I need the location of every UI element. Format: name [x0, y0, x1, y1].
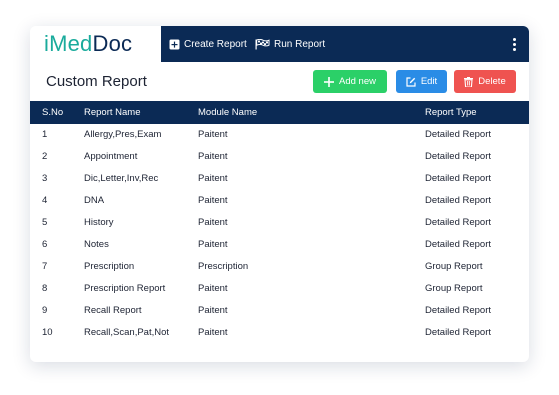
edit-label: Edit — [420, 76, 438, 87]
kebab-menu-icon[interactable] — [513, 38, 517, 51]
cell-sno: 4 — [42, 195, 48, 206]
cell-module-name: Paitent — [198, 283, 228, 294]
table-body: 1 Allergy,Pres,Exam Paitent Detailed Rep… — [30, 124, 529, 344]
column-header-report-type[interactable]: Report Type — [425, 101, 477, 124]
cell-sno: 5 — [42, 217, 48, 228]
app-logo[interactable]: iMedDoc — [44, 31, 132, 57]
cell-report-type: Detailed Report — [425, 305, 492, 316]
cell-module-name: Prescription — [198, 261, 249, 272]
table-row[interactable]: 9 Recall Report Paitent Detailed Report — [30, 300, 529, 322]
column-header-sno[interactable]: S.No — [42, 101, 63, 124]
logo-suffix: Doc — [92, 31, 133, 56]
table-row[interactable]: 8 Prescription Report Paitent Group Repo… — [30, 278, 529, 300]
cell-report-type: Detailed Report — [425, 195, 492, 206]
cell-report-type: Detailed Report — [425, 151, 492, 162]
table-row[interactable]: 6 Notes Paitent Detailed Report — [30, 234, 529, 256]
cell-report-type: Detailed Report — [425, 173, 492, 184]
cell-module-name: Paitent — [198, 195, 228, 206]
column-header-report-name[interactable]: Report Name — [84, 101, 141, 124]
cell-report-type: Detailed Report — [425, 327, 492, 338]
cell-report-type: Group Report — [425, 261, 483, 272]
cell-report-name: Appointment — [84, 151, 138, 162]
cell-module-name: Paitent — [198, 327, 228, 338]
cell-sno: 6 — [42, 239, 48, 250]
table-row[interactable]: 10 Recall,Scan,Pat,Not Paitent Detailed … — [30, 322, 529, 344]
create-report-link[interactable]: Create Report — [169, 26, 247, 62]
cell-report-type: Group Report — [425, 283, 483, 294]
cell-report-name: Allergy,Pres,Exam — [84, 129, 162, 140]
report-card: iMedDoc Create Report Run Report Custom … — [30, 26, 529, 362]
cell-report-name: Dic,Letter,Inv,Rec — [84, 173, 159, 184]
add-new-label: Add new — [339, 76, 376, 87]
add-new-button[interactable]: Add new — [313, 70, 387, 93]
navbar: Create Report Run Report — [161, 26, 529, 62]
edit-button[interactable]: Edit — [396, 70, 447, 93]
run-report-link[interactable]: Run Report — [255, 26, 325, 62]
create-report-label: Create Report — [184, 38, 247, 50]
edit-icon — [406, 76, 416, 87]
plus-square-icon — [169, 39, 180, 49]
cell-sno: 7 — [42, 261, 48, 272]
table-row[interactable]: 1 Allergy,Pres,Exam Paitent Detailed Rep… — [30, 124, 529, 146]
column-header-module-name[interactable]: Module Name — [198, 101, 257, 124]
cell-module-name: Paitent — [198, 151, 228, 162]
cell-report-name: Notes — [84, 239, 109, 250]
logo-prefix: iMed — [44, 31, 93, 56]
cell-report-type: Detailed Report — [425, 129, 492, 140]
delete-label: Delete — [478, 76, 506, 87]
table-row[interactable]: 7 Prescription Prescription Group Report — [30, 256, 529, 278]
delete-button[interactable]: Delete — [454, 70, 516, 93]
cell-report-type: Detailed Report — [425, 217, 492, 228]
cell-sno: 10 — [42, 327, 53, 338]
cell-module-name: Paitent — [198, 129, 228, 140]
top-bar: iMedDoc Create Report Run Report — [30, 26, 529, 62]
cell-report-name: Prescription — [84, 261, 135, 272]
table-row[interactable]: 5 History Paitent Detailed Report — [30, 212, 529, 234]
cell-module-name: Paitent — [198, 239, 228, 250]
plus-icon — [324, 76, 334, 87]
table-row[interactable]: 3 Dic,Letter,Inv,Rec Paitent Detailed Re… — [30, 168, 529, 190]
cell-sno: 9 — [42, 305, 48, 316]
cell-report-name: Recall,Scan,Pat,Not — [84, 327, 170, 338]
cell-module-name: Paitent — [198, 305, 228, 316]
table-row[interactable]: 2 Appointment Paitent Detailed Report — [30, 146, 529, 168]
cell-sno: 8 — [42, 283, 48, 294]
cell-module-name: Paitent — [198, 217, 228, 228]
cell-sno: 1 — [42, 129, 48, 140]
cell-sno: 3 — [42, 173, 48, 184]
cell-report-type: Detailed Report — [425, 239, 492, 250]
cell-sno: 2 — [42, 151, 48, 162]
cell-report-name: Prescription Report — [84, 283, 166, 294]
trash-icon — [464, 76, 474, 87]
cell-report-name: Recall Report — [84, 305, 142, 316]
cell-report-name: History — [84, 217, 114, 228]
flag-icon — [255, 38, 270, 49]
logo-area: iMedDoc — [30, 26, 161, 62]
cell-report-name: DNA — [84, 195, 105, 206]
run-report-label: Run Report — [274, 38, 326, 50]
cell-module-name: Paitent — [198, 173, 228, 184]
page-title: Custom Report — [46, 73, 147, 90]
table-row[interactable]: 4 DNA Paitent Detailed Report — [30, 190, 529, 212]
table-header: S.No Report Name Module Name Report Type — [30, 101, 529, 124]
